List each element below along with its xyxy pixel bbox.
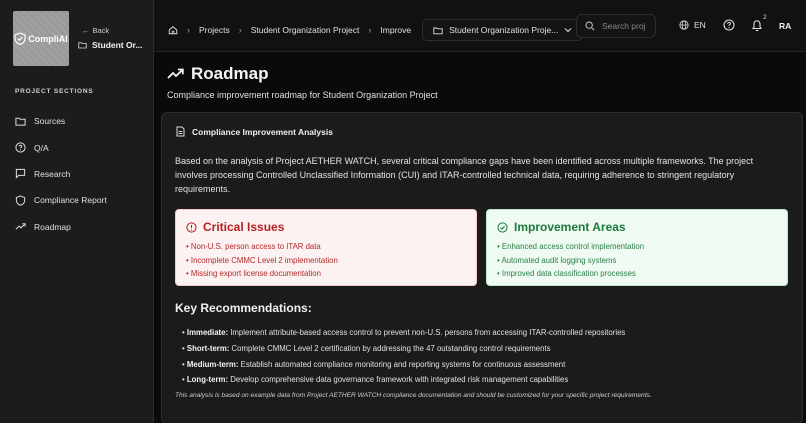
recommendations-title: Key Recommendations: (175, 301, 312, 315)
recommendation-item: Short-term: Complete CMMC Level 2 certif… (182, 341, 625, 357)
sidebar-item-label: Compliance Report (34, 195, 107, 206)
improvement-areas-list: Enhanced access control implementation A… (497, 240, 777, 281)
recommendation-item: Medium-term: Establish automated complia… (182, 357, 625, 373)
sidebar-item-label: Research (34, 168, 71, 179)
analysis-card: Compliance Improvement Analysis Based on… (161, 112, 803, 423)
trending-up-icon (167, 68, 184, 79)
disclaimer-note: This analysis is based on example data f… (175, 392, 652, 399)
main-content: Roadmap Compliance improvement roadmap f… (154, 52, 806, 423)
improvement-areas-title-text: Improvement Areas (514, 220, 626, 234)
critical-issues-title-text: Critical Issues (203, 220, 285, 234)
page-subtitle: Compliance improvement roadmap for Stude… (167, 90, 438, 100)
card-heading: Compliance Improvement Analysis (176, 126, 333, 137)
recommendation-item: Immediate: Implement attribute-based acc… (182, 325, 625, 341)
chevron-right-icon: › (238, 25, 242, 35)
recommendation-text: Establish automated compliance monitorin… (240, 359, 566, 369)
logo-text: CompliAI (28, 33, 68, 44)
avatar[interactable]: RA (779, 21, 791, 31)
arrow-left-icon: ← (82, 26, 90, 35)
folder-icon (15, 117, 26, 126)
project-select[interactable]: Student Organization Proje... (422, 19, 584, 41)
page-title-text: Roadmap (191, 64, 269, 83)
list-item: Non-U.S. person access to ITAR data (186, 240, 466, 254)
folder-icon (78, 42, 87, 49)
sidebar-item-sources[interactable]: Sources (15, 108, 107, 134)
bell-icon[interactable] (751, 19, 763, 32)
alert-circle-icon (186, 221, 197, 233)
search-input[interactable] (602, 21, 650, 31)
recommendation-item: Long-term: Develop comprehensive data go… (182, 372, 625, 388)
shield-icon (15, 195, 26, 206)
trending-up-icon (15, 223, 26, 230)
home-icon[interactable] (168, 25, 178, 35)
sidebar-item-research[interactable]: Research (15, 161, 107, 187)
folder-icon (433, 27, 443, 34)
globe-icon (679, 20, 689, 30)
recommendation-text: Implement attribute-based access control… (230, 328, 626, 337)
sidebar-item-label: Q/A (34, 142, 49, 153)
language-selector[interactable]: EN (679, 20, 706, 30)
recommendation-term: Long-term: (186, 375, 229, 385)
language-label: EN (694, 20, 706, 30)
breadcrumb-projects[interactable]: Projects (199, 25, 230, 35)
list-item: Enhanced access control implementation (497, 240, 777, 254)
question-circle-icon (15, 142, 26, 153)
improvement-areas-box: Improvement Areas Enhanced access contro… (486, 209, 788, 286)
chevron-right-icon: › (368, 25, 372, 35)
project-select-value: Student Organization Proje... (449, 25, 559, 35)
page-title: Roadmap (167, 64, 268, 84)
help-icon[interactable] (723, 19, 735, 31)
critical-issues-list: Non-U.S. person access to ITAR data Inco… (186, 240, 466, 281)
card-heading-text: Compliance Improvement Analysis (192, 126, 333, 137)
chevron-down-icon (564, 28, 572, 33)
shield-check-icon (14, 32, 26, 45)
back-link[interactable]: ← Back (82, 26, 109, 35)
project-name-text: Student Or... (92, 40, 143, 50)
sidebar-item-roadmap[interactable]: Roadmap (15, 214, 107, 240)
logo-mark: CompliAI (14, 32, 68, 45)
chevron-right-icon: › (187, 25, 190, 35)
sidebar-item-label: Roadmap (34, 221, 71, 232)
sidebar-item-compliance-report[interactable]: Compliance Report (15, 187, 107, 213)
improvement-areas-title: Improvement Areas (497, 220, 777, 234)
recommendation-term: Short-term: (186, 343, 230, 353)
critical-issues-title: Critical Issues (186, 220, 466, 234)
list-item: Improved data classification processes (497, 267, 777, 281)
breadcrumb-project[interactable]: Student Organization Project (251, 25, 360, 35)
back-label: Back (92, 26, 110, 35)
critical-issues-box: Critical Issues Non-U.S. person access t… (175, 209, 477, 286)
top-bar: › Projects › Student Organization Projec… (154, 0, 806, 52)
check-circle-icon (497, 221, 508, 233)
recommendation-text: Develop comprehensive data governance fr… (230, 375, 569, 385)
intro-text: Based on the analysis of Project AETHER … (175, 156, 754, 194)
recommendation-text: Complete CMMC Level 2 certification by a… (231, 343, 551, 353)
sidebar-item-label: Sources (34, 116, 66, 127)
notification-count: 2 (763, 14, 767, 21)
sidebar: CompliAI ← Back Student Or... PROJECT SE… (0, 0, 154, 423)
sidebar-project-name[interactable]: Student Or... (78, 40, 143, 50)
sidebar-nav: Sources Q/A Research Compliance Report R… (15, 108, 107, 240)
recommendation-term: Immediate: (186, 328, 229, 337)
list-item: Incomplete CMMC Level 2 implementation (186, 254, 466, 268)
app-logo[interactable]: CompliAI (13, 11, 69, 66)
search-box[interactable] (576, 14, 656, 38)
section-heading: PROJECT SECTIONS (15, 88, 94, 95)
breadcrumb-improve[interactable]: Improve (380, 25, 411, 35)
sidebar-item-qa[interactable]: Q/A (15, 134, 107, 160)
recommendation-term: Medium-term: (186, 359, 239, 369)
recommendations-list: Immediate: Implement attribute-based acc… (182, 325, 625, 388)
list-item: Automated audit logging systems (497, 254, 777, 268)
search-icon (585, 21, 595, 31)
breadcrumb: › Projects › Student Organization Projec… (168, 19, 584, 41)
list-item: Missing export license documentation (186, 267, 466, 281)
document-icon (176, 126, 185, 137)
chat-bubble-icon (15, 169, 26, 180)
